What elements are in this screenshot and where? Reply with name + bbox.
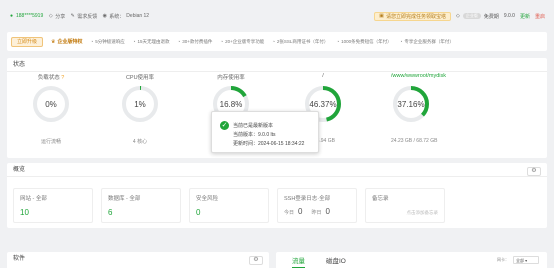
cpu-gauge[interactable]: CPU使用率 1% 4 核心 [120,75,160,145]
nic-select[interactable]: 全部 ▾ [513,256,539,264]
system-info: ◉ 系统： Debian 12 [102,12,150,20]
feature-item: ◔ 2张SSL商用证书（年付） [272,38,329,45]
gauge-value: 37.16% [397,99,425,109]
popup-time: 更新时间：2024-06-15 18:34:22 [233,141,305,147]
diamond-icon: ◇ [455,13,460,19]
help-icon[interactable]: ? [61,75,64,81]
load-gauge[interactable]: 负载状态 ? 0% 运行流畅 [31,75,71,145]
enterprise-title: ♛ 企业版特权 [51,38,83,46]
feature-item: ◔ 5分钟极速响应 [90,38,125,45]
ssl-icon: ◔ [272,39,275,44]
gauge-sub: 4 核心 [132,139,148,145]
gauge-title: 内存使用率 [217,75,245,81]
debian-icon: ◉ [102,12,107,19]
ssh-today: 0 [298,207,303,216]
status-title: 状态 [7,58,547,72]
memo-card[interactable]: 备忘录 点击添加备忘录 [365,188,445,223]
feature-item: ◔ 20+企业版专享功能 [220,38,265,45]
nic-label: 网卡： [497,257,509,262]
mydisk-gauge[interactable]: /www/wwwroot/mydisk 37.16% 24.23 GB / 68… [391,73,446,144]
plus-icon: ◔ [220,39,224,44]
gauge-title: 负载状态 ? [37,75,65,81]
software-title: 软件 [13,256,26,262]
ssh-counts: 今日 0 昨日 0 [284,207,330,216]
popup-version: 当前版本：9.0.0 lts [233,132,276,138]
edit-icon: ✎ [70,12,75,19]
software-panel: 软件 ⚙ [7,252,269,268]
gauge-title: /www/wwwroot/mydisk [391,73,447,79]
top-bar: ● 188****5919 ◇ 分享 ✎ 需求反馈 ◉ 系统： Debian 1… [0,6,554,26]
share-icon: ◇ [48,12,53,19]
gauge-value: 1% [134,99,146,109]
update-popup: ✓ 当前已是最新版本 当前版本：9.0.0 lts 更新时间：2024-06-1… [211,111,319,153]
refund-icon: ◔ [132,39,136,44]
feature-item: ◔ 1000条免费短信（年付） [336,38,392,45]
tab-traffic[interactable]: 流量 [292,255,305,268]
gauge-title: / [322,73,324,79]
gauge-sub: 运行流畅 [40,139,61,145]
memo-hint: 点击添加备忘录 [406,210,439,215]
gear-icon: ⚙ [531,168,537,174]
user-account[interactable]: ● 188****5919 [9,13,43,19]
gauge-title: CPU使用率 [125,75,155,81]
feature-item: ◔ 30+款付费插件 [177,38,213,45]
overview-title: 概览 [7,163,547,177]
databases-count[interactable]: 6 [108,208,174,217]
sites-count[interactable]: 10 [20,208,86,217]
feedback-link[interactable]: ✎ 需求反馈 [70,12,98,20]
sms-icon: ◔ [336,39,340,44]
upgrade-button[interactable]: 立即升级 [11,36,44,47]
feature-item: ◔ 专享企业服务群（年付） [399,38,454,45]
ssh-log-card[interactable]: SSH登录日志·全部 今日 0 昨日 0 [277,188,357,223]
tab-disk-io[interactable]: 磁盘IO [326,255,346,265]
software-settings-button[interactable]: ⚙ [249,256,263,265]
feature-item: ◔ 15天无理由退款 [132,38,170,45]
user-icon: ● [9,12,14,19]
enterprise-banner: 立即升级 ♛ 企业版特权 ◔ 5分钟极速响应 ◔ 15天无理由退款 ◔ 30+款付费插… [7,32,547,51]
gauge-sub: 24.23 GB / 68.72 GB [391,138,438,144]
overview-panel: 概览 ⚙ 网站 - 全部 10 数据库 - 全部 6 安全风险 0 SSH登录日… [7,163,547,228]
overview-settings-button[interactable]: ⚙ [527,167,541,176]
security-risk-card[interactable]: 安全风险 0 [189,188,269,223]
check-icon: ✓ [220,121,229,130]
plugin-icon: ◔ [177,39,181,44]
edition-badge[interactable]: ◇ 企业版 免费期 [456,13,499,20]
restart-button[interactable]: 重启 [535,13,545,20]
traffic-panel: 流量 磁盘IO 网卡： 全部 ▾ [276,252,547,268]
ssh-yesterday: 0 [325,207,330,216]
sites-card[interactable]: 网站 - 全部 10 [13,188,93,223]
gauge-value: 0% [45,99,57,109]
panel-version: 9.0.0 [503,13,515,19]
task-notice[interactable]: ▣ 请您立即完成任务领取宝塔 [373,11,451,21]
gear-icon: ⚙ [253,257,259,263]
shield-icon: ◔ [90,39,94,44]
share-link[interactable]: ◇ 分享 [48,13,65,20]
databases-card[interactable]: 数据库 - 全部 6 [101,188,181,223]
chevron-down-icon: ▾ [525,258,528,263]
crown-icon: ♛ [51,38,56,45]
update-button[interactable]: 更新 [520,13,530,20]
gift-icon: ▣ [379,12,384,19]
risk-count[interactable]: 0 [196,208,262,217]
service-icon: ◔ [399,39,403,44]
popup-title: 当前已是最新版本 [233,123,274,129]
